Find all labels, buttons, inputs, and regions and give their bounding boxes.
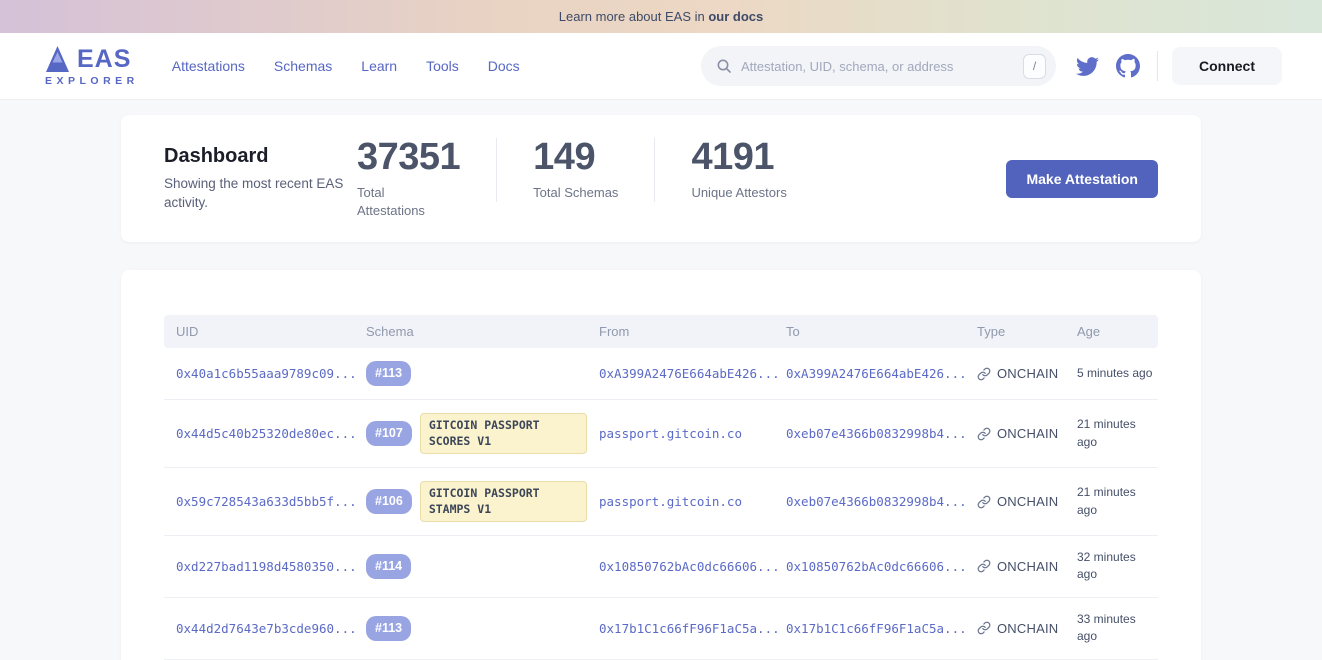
eas-triangle-icon: [45, 45, 70, 73]
uid-link[interactable]: 0xd227bad1198d4580350...: [176, 559, 357, 574]
make-attestation-button[interactable]: Make Attestation: [1006, 160, 1158, 198]
schema-id-badge[interactable]: #113: [366, 361, 411, 386]
search-icon: [716, 58, 732, 74]
nav-tools[interactable]: Tools: [426, 58, 459, 74]
docs-banner-link[interactable]: Learn more about EAS in our docs: [559, 9, 764, 24]
schema-id-badge[interactable]: #113: [366, 616, 411, 641]
docs-banner: Learn more about EAS in our docs: [0, 0, 1322, 33]
table-row[interactable]: 0x59c728543a633d5bb5f... #106 GITCOIN PASS…: [164, 468, 1158, 536]
search-bar[interactable]: /: [701, 46, 1056, 86]
header-divider: [1157, 51, 1158, 81]
header: EAS EXPLORER Attestations Schemas Learn …: [0, 33, 1322, 100]
connect-button[interactable]: Connect: [1172, 47, 1282, 85]
stat-label: Unique Attestors: [691, 184, 786, 202]
schema-name-badge[interactable]: GITCOIN PASSPORT SCORES V1: [420, 413, 587, 454]
type-label: ONCHAIN: [997, 559, 1058, 574]
age-text: 21 minutes ago: [1077, 416, 1158, 451]
column-header-uid: UID: [164, 324, 354, 339]
uid-link[interactable]: 0x44d5c40b25320de80ec...: [176, 426, 357, 441]
link-icon: [977, 427, 991, 441]
nav-docs[interactable]: Docs: [488, 58, 520, 74]
logo-title: EAS: [77, 47, 131, 72]
from-address-link[interactable]: 0x17b1C1c66fF96F1aC5a...: [599, 621, 780, 636]
link-icon: [977, 495, 991, 509]
type-label: ONCHAIN: [997, 366, 1058, 381]
search-input[interactable]: [741, 59, 1023, 74]
type-badge: ONCHAIN: [977, 366, 1058, 381]
schema-id-badge[interactable]: #107: [366, 421, 412, 446]
attestation-rows: 0x40a1c6b55aaa9789c09... #113 0xA399A2476E…: [164, 348, 1158, 660]
schema-id-badge[interactable]: #106: [366, 489, 412, 514]
column-header-type: Type: [965, 324, 1065, 339]
dashboard-card: Dashboard Showing the most recent EAS ac…: [121, 115, 1201, 242]
stat-value: 37351: [357, 138, 460, 178]
from-address-link[interactable]: 0x10850762bAc0dc66606...: [599, 559, 780, 574]
nav-attestations[interactable]: Attestations: [172, 58, 245, 74]
type-label: ONCHAIN: [997, 621, 1058, 636]
nav-schemas[interactable]: Schemas: [274, 58, 332, 74]
eas-logo[interactable]: EAS EXPLORER: [45, 45, 139, 87]
twitter-icon[interactable]: [1076, 55, 1099, 78]
column-header-to: To: [774, 324, 965, 339]
link-icon: [977, 621, 991, 635]
table-header-row: UID Schema From To Type Age: [164, 315, 1158, 348]
age-text: 32 minutes ago: [1077, 549, 1158, 584]
schema-id-badge[interactable]: #114: [366, 554, 411, 579]
from-address-link[interactable]: passport.gitcoin.co: [599, 494, 742, 509]
type-badge: ONCHAIN: [977, 559, 1058, 574]
age-text: 33 minutes ago: [1077, 611, 1158, 646]
page-subtitle: Showing the most recent EAS activity.: [164, 175, 344, 211]
table-row[interactable]: 0xd227bad1198d4580350... #114 0x10850762bA…: [164, 536, 1158, 598]
uid-link[interactable]: 0x40a1c6b55aaa9789c09...: [176, 366, 357, 381]
age-text: 5 minutes ago: [1077, 365, 1152, 382]
stat-total-schemas: 149 Total Schemas: [496, 138, 654, 202]
stat-total-attestations: 37351 Total Attestations: [357, 138, 496, 220]
column-header-schema: Schema: [354, 324, 587, 339]
stat-label: Total Attestations: [357, 184, 443, 219]
type-badge: ONCHAIN: [977, 494, 1058, 509]
slash-shortcut-key: /: [1023, 54, 1046, 79]
stat-value: 149: [533, 138, 618, 178]
page-title: Dashboard: [164, 145, 357, 168]
link-icon: [977, 367, 991, 381]
logo-subtitle: EXPLORER: [45, 75, 139, 87]
from-address-link[interactable]: 0xA399A2476E664abE426...: [599, 366, 780, 381]
schema-name-badge[interactable]: GITCOIN PASSPORT STAMPS V1: [420, 481, 587, 522]
type-label: ONCHAIN: [997, 426, 1058, 441]
link-icon: [977, 559, 991, 573]
table-row[interactable]: 0x40a1c6b55aaa9789c09... #113 0xA399A2476E…: [164, 348, 1158, 400]
social-icons: [1076, 54, 1140, 78]
stat-unique-attestors: 4191 Unique Attestors: [654, 138, 822, 202]
stat-label: Total Schemas: [533, 184, 618, 202]
type-badge: ONCHAIN: [977, 426, 1058, 441]
uid-link[interactable]: 0x59c728543a633d5bb5f...: [176, 494, 357, 509]
banner-text: Learn more about EAS in: [559, 9, 709, 24]
to-address-link[interactable]: 0x10850762bAc0dc66606...: [786, 559, 967, 574]
github-icon[interactable]: [1116, 54, 1140, 78]
type-badge: ONCHAIN: [977, 621, 1058, 636]
banner-link-label: our docs: [708, 9, 763, 24]
column-header-age: Age: [1065, 324, 1158, 339]
attestations-table-card: UID Schema From To Type Age 0x40a1c6b55a…: [121, 270, 1201, 660]
to-address-link[interactable]: 0xeb07e4366b0832998b4...: [786, 426, 967, 441]
to-address-link[interactable]: 0xA399A2476E664abE426...: [786, 366, 967, 381]
from-address-link[interactable]: passport.gitcoin.co: [599, 426, 742, 441]
uid-link[interactable]: 0x44d2d7643e7b3cde960...: [176, 621, 357, 636]
stat-value: 4191: [691, 138, 786, 178]
table-row[interactable]: 0x44d5c40b25320de80ec... #107 GITCOIN PASS…: [164, 400, 1158, 468]
column-header-from: From: [587, 324, 774, 339]
age-text: 21 minutes ago: [1077, 484, 1158, 519]
type-label: ONCHAIN: [997, 494, 1058, 509]
table-row[interactable]: 0x44d2d7643e7b3cde960... #113 0x17b1C1c66f…: [164, 598, 1158, 660]
to-address-link[interactable]: 0xeb07e4366b0832998b4...: [786, 494, 967, 509]
to-address-link[interactable]: 0x17b1C1c66fF96F1aC5a...: [786, 621, 967, 636]
stats: 37351 Total Attestations 149 Total Schem…: [357, 138, 823, 220]
main-nav: Attestations Schemas Learn Tools Docs: [172, 58, 520, 74]
nav-learn[interactable]: Learn: [361, 58, 397, 74]
